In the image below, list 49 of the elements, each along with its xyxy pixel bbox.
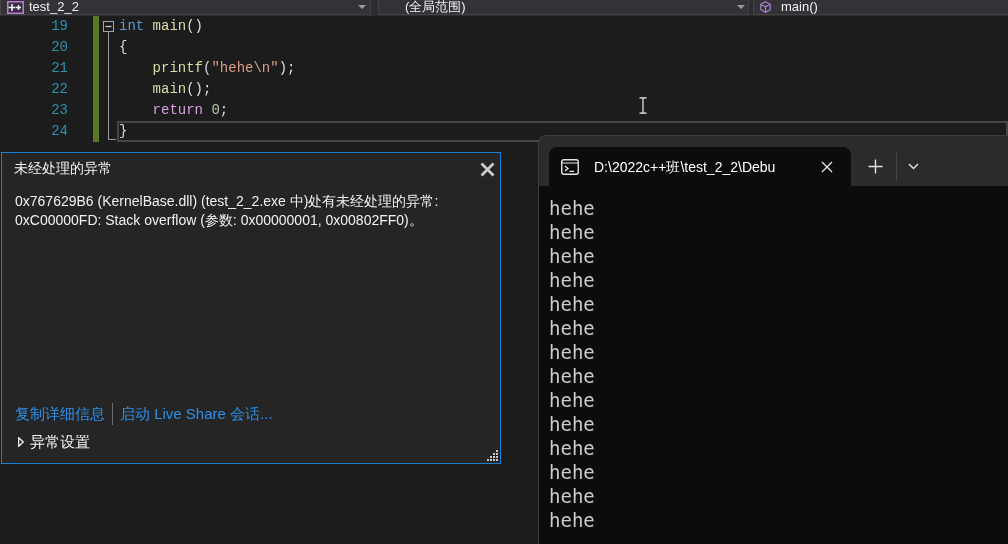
close-icon	[821, 160, 833, 173]
output-line: hehe	[549, 364, 595, 388]
line-number: 21	[51, 59, 68, 78]
cube-icon	[760, 1, 771, 13]
line-number: 19	[51, 17, 68, 36]
output-line: hehe	[549, 268, 595, 292]
code-line: int main()	[118, 17, 204, 36]
square-plus-icon	[7, 0, 24, 14]
output-line: hehe	[549, 316, 595, 340]
output-line: hehe	[549, 412, 595, 436]
terminal-tab[interactable]: D:\2022c++班\test_2_2\Debu	[549, 147, 851, 186]
output-line: hehe	[549, 244, 595, 268]
resize-grip-icon	[486, 449, 498, 461]
tab-title: D:\2022c++班\test_2_2\Debu	[594, 157, 776, 176]
line-number: 23	[51, 101, 68, 120]
output-line: hehe	[549, 508, 595, 532]
project-dropdown[interactable]: test_2_2	[0, 0, 371, 15]
output-line: hehe	[549, 484, 595, 508]
scope-dropdown[interactable]: (全局范围)	[378, 0, 749, 15]
i-beam-cursor-icon	[639, 97, 647, 114]
output-line: hehe	[549, 388, 595, 412]
copy-details-link[interactable]: 复制详细信息	[15, 404, 105, 424]
output-line: hehe	[549, 340, 595, 364]
close-icon	[479, 161, 495, 177]
exception-settings-toggle[interactable]: 异常设置	[18, 432, 90, 452]
line-number: 20	[51, 38, 68, 57]
plus-icon	[867, 159, 883, 174]
code-line: printf("hehe\n");	[151, 59, 296, 78]
output-line: hehe	[549, 196, 595, 220]
caret-right-icon	[18, 437, 24, 447]
code-line: {	[118, 38, 128, 57]
output-line: hehe	[549, 460, 595, 484]
console-window-icon	[561, 158, 579, 175]
function-dropdown[interactable]: main()	[753, 0, 1008, 15]
exception-message: 0x767629B6 (KernelBase.dll) (test_2_2.exe 中)处有未经处理的异常: 0xC00000FD: Stack overflow (参数: 0x00000001, 0x00802FF0)。	[14, 192, 440, 230]
output-line: hehe	[549, 292, 595, 316]
line-number: 22	[51, 80, 68, 99]
close-button[interactable]	[478, 160, 496, 178]
chevron-down-icon	[907, 163, 919, 170]
caret-down-icon	[737, 5, 745, 9]
live-share-link[interactable]: 启动 Live Share 会话...	[120, 404, 273, 424]
code-line: return 0;	[151, 101, 229, 120]
caret-down-icon	[358, 5, 366, 9]
output-line: hehe	[549, 220, 595, 244]
output-line: hehe	[549, 436, 595, 460]
popup-title: 未经处理的异常	[14, 159, 112, 178]
code-line: main();	[151, 80, 212, 99]
line-number: 24	[51, 122, 68, 141]
collapse-icon[interactable]	[103, 21, 114, 32]
